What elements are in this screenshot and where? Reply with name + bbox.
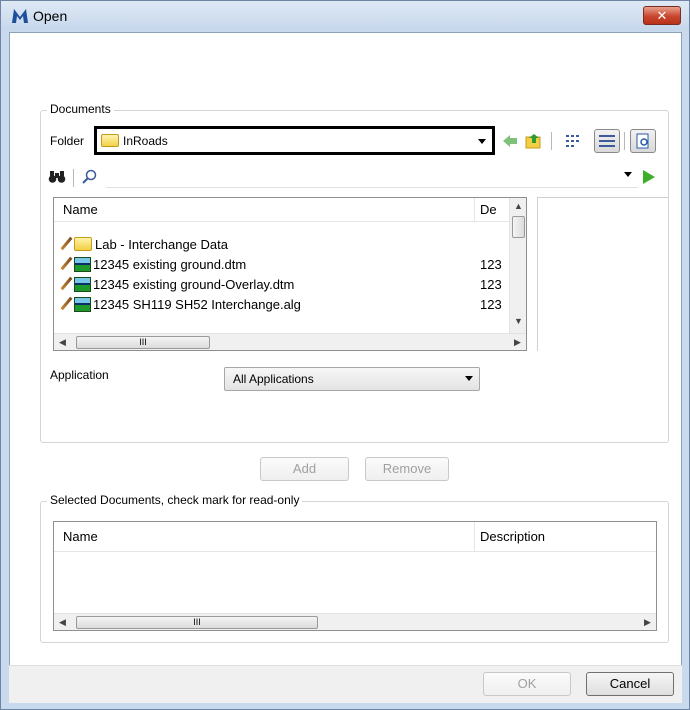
scroll-down-icon[interactable]: ▼ — [514, 316, 523, 326]
back-arrow-icon[interactable] — [499, 130, 521, 152]
filter-separator — [73, 169, 74, 187]
add-button[interactable]: Add — [260, 457, 349, 481]
terrain-model-icon — [74, 256, 91, 272]
scroll-right-icon[interactable]: ▶ — [514, 337, 521, 348]
dialog-footer: OK Cancel — [9, 665, 682, 703]
search-icon[interactable] — [79, 166, 101, 188]
title-bar[interactable]: Open ✕ — [1, 1, 689, 31]
scroll-left-icon[interactable]: ◀ — [59, 337, 66, 348]
chevron-down-icon — [465, 376, 473, 381]
open-dialog-window: Open ✕ Documents Folder InRoads Name De … — [0, 0, 690, 710]
application-label: Application — [50, 368, 109, 382]
selected-documents-label: Selected Documents, check mark for read-… — [47, 493, 303, 507]
file-description: 123 — [480, 256, 502, 272]
scroll-right-icon[interactable]: ▶ — [644, 617, 651, 628]
toolbar-separator — [551, 132, 552, 150]
scroll-thumb[interactable] — [512, 216, 525, 238]
up-folder-icon[interactable] — [523, 130, 545, 152]
toolbar-separator — [624, 132, 625, 150]
chevron-down-icon — [478, 139, 486, 144]
chevron-down-icon — [624, 172, 632, 177]
application-dropdown[interactable]: All Applications — [224, 367, 480, 391]
list-item[interactable]: 12345 SH119 SH52 Interchange.alg 123 — [54, 294, 526, 314]
microstation-logo-icon — [12, 9, 28, 23]
list-item[interactable]: Lab - Interchange Data — [54, 234, 526, 254]
alignment-icon — [74, 296, 91, 312]
documents-group-label: Documents — [47, 102, 114, 116]
pencil-icon — [60, 257, 74, 271]
scroll-up-icon[interactable]: ▲ — [514, 201, 523, 211]
folder-icon — [74, 237, 92, 251]
vertical-scrollbar[interactable]: ▲ ▼ — [509, 198, 526, 334]
binoculars-icon[interactable] — [46, 166, 68, 188]
file-description: 123 — [480, 276, 502, 292]
details-view-icon[interactable] — [594, 129, 620, 153]
horizontal-scrollbar[interactable]: ◀ III ▶ — [54, 333, 526, 350]
pencil-icon — [60, 277, 74, 291]
column-header-name[interactable]: Name — [63, 529, 98, 544]
go-arrow-icon[interactable] — [638, 166, 660, 188]
file-name: Lab - Interchange Data — [95, 236, 228, 252]
column-divider[interactable] — [474, 522, 475, 552]
close-button[interactable]: ✕ — [643, 6, 681, 25]
scroll-thumb[interactable]: III — [76, 616, 318, 629]
file-description: 123 — [480, 296, 502, 312]
folder-label: Folder — [50, 134, 85, 148]
window-title: Open — [33, 8, 68, 24]
ok-button[interactable]: OK — [483, 672, 571, 696]
scroll-thumb[interactable]: III — [76, 336, 210, 349]
pencil-icon — [60, 297, 74, 311]
cancel-button[interactable]: Cancel — [586, 672, 674, 696]
remove-button[interactable]: Remove — [365, 457, 449, 481]
column-header-description[interactable]: Description — [480, 529, 545, 544]
dialog-client-area: Documents Folder InRoads Name De Lab - I… — [9, 32, 682, 686]
pencil-icon — [60, 237, 74, 251]
horizontal-scrollbar[interactable]: ◀ III ▶ — [54, 613, 656, 630]
terrain-model-icon — [74, 276, 91, 292]
column-divider[interactable] — [474, 198, 475, 222]
scroll-left-icon[interactable]: ◀ — [59, 617, 66, 628]
file-name: 12345 SH119 SH52 Interchange.alg — [93, 296, 301, 312]
list-view-icon[interactable] — [563, 130, 585, 152]
file-name: 12345 existing ground.dtm — [93, 256, 247, 272]
list-item[interactable]: 12345 existing ground-Overlay.dtm 123 — [54, 274, 526, 294]
list-item[interactable]: 12345 existing ground.dtm 123 — [54, 254, 526, 274]
file-list-header: Name De — [54, 198, 526, 222]
file-name: 12345 existing ground-Overlay.dtm — [93, 276, 295, 292]
selected-list-header: Name Description — [54, 522, 656, 552]
folder-value: InRoads — [123, 133, 168, 148]
column-header-name[interactable]: Name — [63, 202, 98, 217]
application-value: All Applications — [233, 372, 314, 386]
preview-icon[interactable] — [630, 129, 656, 153]
file-list[interactable]: Name De Lab - Interchange Data 12345 exi… — [53, 197, 527, 351]
column-header-description[interactable]: De — [480, 202, 497, 217]
preview-pane — [537, 197, 669, 351]
folder-icon — [101, 134, 119, 147]
selected-documents-list[interactable]: Name Description ◀ III ▶ — [53, 521, 657, 631]
folder-dropdown[interactable]: InRoads — [94, 126, 495, 155]
filter-input[interactable] — [106, 164, 638, 188]
